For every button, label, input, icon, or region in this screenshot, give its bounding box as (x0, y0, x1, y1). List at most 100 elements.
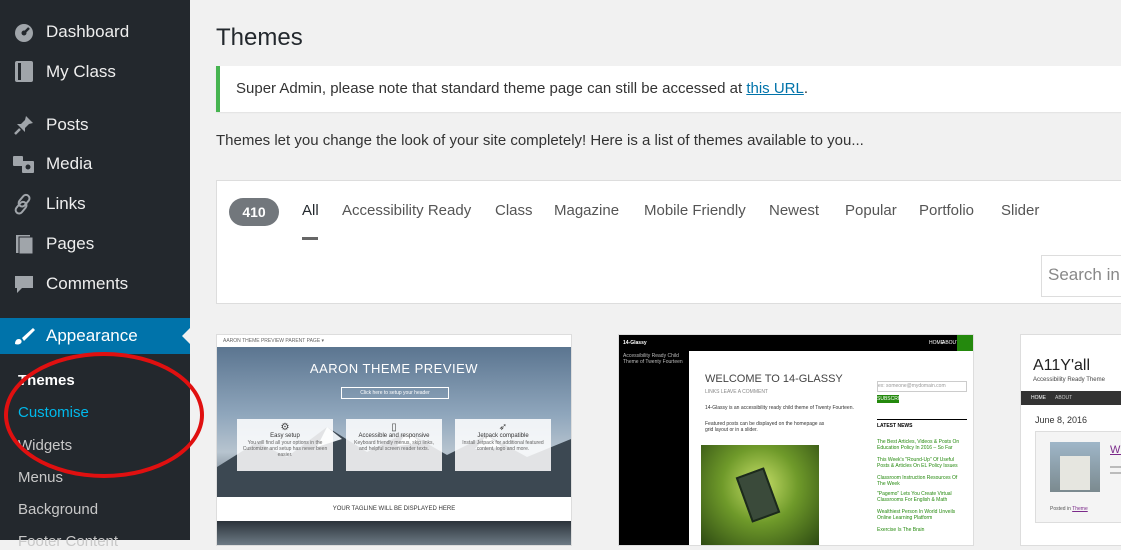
nav-about: ABOUT (1055, 395, 1073, 401)
media-icon (12, 152, 36, 176)
notice-suffix: . (803, 80, 809, 97)
notice-text: Super Admin, please note that standard t… (236, 80, 808, 97)
filter-tab-class[interactable]: Class (495, 202, 533, 219)
sidebar-label: Links (46, 194, 86, 213)
theme-card-a11yall[interactable]: A11Y'all Accessibility Ready Theme HOME … (1020, 334, 1121, 546)
notice-link[interactable]: this URL (746, 80, 804, 97)
pin-icon (12, 113, 36, 137)
news-item: Wealthiest Person In World Unveils Onlin… (877, 509, 956, 521)
posted-in: Posted in Theme (1050, 506, 1088, 512)
filter-tab-all[interactable]: All (302, 202, 319, 219)
building-shape (1060, 456, 1090, 490)
sidebar-item-posts[interactable]: Posts (0, 107, 190, 143)
sidebar-label: Posts (46, 115, 89, 134)
annotation-circle (4, 352, 204, 478)
post-body-1: 14-Glassy is an accessibility ready chil… (705, 405, 854, 411)
current-menu-arrow (182, 328, 190, 344)
comment-icon (12, 272, 36, 296)
sidebar-item-my-class[interactable]: My Class (0, 54, 190, 90)
hero-button: Click here to setup your header (341, 387, 449, 399)
feature-text: Install Jetpack for additional featured … (462, 440, 544, 452)
filter-tab-popular[interactable]: Popular (845, 202, 897, 219)
nav-home: HOME (1031, 395, 1046, 401)
feature-box: ➶ Jetpack compatible Install Jetpack for… (455, 419, 551, 471)
theme-filter-bar: 410 All Accessibility Ready Class Magazi… (216, 180, 1121, 304)
site-title: 14-Glassy (623, 340, 647, 346)
theme-search-input[interactable]: Search in (1041, 255, 1121, 297)
page-title: Themes (216, 24, 303, 51)
email-field: ex: someone@mydomain.com (877, 381, 967, 392)
filter-tab-slider[interactable]: Slider (1001, 202, 1039, 219)
text-line (1110, 472, 1121, 474)
filter-tab-magazine[interactable]: Magazine (554, 202, 619, 219)
featured-image (701, 445, 819, 545)
news-item: This Week's "Round-Up" Of Useful Posts &… (877, 457, 958, 469)
jetpack-icon: ➶ (498, 422, 508, 433)
latest-news-heading: LATEST NEWS (877, 423, 913, 429)
filter-tab-newest[interactable]: Newest (769, 202, 819, 219)
admin-notice: Super Admin, please note that standard t… (216, 66, 1121, 112)
feature-text: Keyboard friendly menus, skip links, and… (354, 440, 434, 452)
notice-prefix: Super Admin, please note that standard t… (236, 80, 747, 97)
preview-hero-image: AARON THEME PREVIEW Click here to setup … (217, 347, 571, 497)
sidebar-item-appearance[interactable]: Appearance (0, 318, 190, 354)
subscribe-button: SUBSCRIBE (877, 395, 906, 403)
theme-card-aaron[interactable]: AARON THEME PREVIEW PARENT PAGE ▾ AARON … (216, 334, 572, 546)
pages-icon (12, 232, 36, 256)
main-content: Themes Super Admin, please note that sta… (190, 0, 1121, 546)
sidebar-item-dashboard[interactable]: Dashboard (0, 14, 190, 50)
dashboard-icon (12, 20, 36, 44)
site-description: Accessibility Ready Child Theme of Twent… (623, 353, 683, 365)
submenu-footer-content[interactable]: Footer Content (18, 533, 118, 550)
submenu-background[interactable]: Background (18, 501, 98, 518)
sidebar-item-links[interactable]: Links (0, 186, 190, 222)
theme-card-14-glassy[interactable]: 14-Glassy HOME ABOUT Accessibility Ready… (618, 334, 974, 546)
divider (877, 419, 967, 420)
gear-icon: ⚙ (280, 422, 290, 433)
preview-footer-image (217, 521, 571, 545)
theme-count-badge: 410 (229, 198, 279, 226)
feature-title: Accessible and responsive (358, 433, 430, 439)
sidebar-label: Media (46, 154, 93, 173)
posted-in-link: Theme (1072, 506, 1088, 512)
device-graphic (735, 467, 781, 523)
post-date: June 8, 2016 (1035, 415, 1088, 425)
search-placeholder: Search in (1048, 265, 1120, 284)
sidebar-item-media[interactable]: Media (0, 146, 190, 182)
mobile-icon: ▯ (391, 422, 397, 433)
feature-text: You will find all your options in the Cu… (242, 440, 328, 458)
filter-tab-mobile-friendly[interactable]: Mobile Friendly (644, 202, 746, 219)
feature-box: ⚙ Easy setup You will find all your opti… (237, 419, 333, 471)
news-item: "Pagemo" Lets You Create Virtual Classro… (877, 491, 952, 503)
post-title-link: W (1110, 444, 1121, 456)
sidebar-label: My Class (46, 62, 116, 81)
welcome-heading: WELCOME TO 14-GLASSY (705, 373, 843, 385)
post-body-2: Featured posts can be displayed on the h… (705, 421, 825, 433)
filter-tab-accessibility-ready[interactable]: Accessibility Ready (342, 202, 471, 219)
feature-box: ▯ Accessible and responsive Keyboard fri… (346, 419, 442, 471)
preview-content: WELCOME TO 14-GLASSY LINKS LEAVE A COMME… (689, 351, 973, 545)
sidebar-label: Comments (46, 274, 129, 293)
sidebar-label: Appearance (46, 326, 138, 345)
preview-header: 14-Glassy HOME ABOUT (619, 335, 973, 351)
intro-text: Themes let you change the look of your s… (216, 132, 864, 149)
sidebar-item-comments[interactable]: Comments (0, 266, 190, 302)
preview-nav: HOME ABOUT (1021, 391, 1121, 405)
active-tab-indicator (302, 237, 318, 240)
link-icon (12, 192, 36, 216)
brush-icon (12, 324, 36, 348)
sidebar-label: Dashboard (46, 22, 130, 41)
theme-subtitle: Accessibility Ready Theme (1033, 377, 1105, 383)
theme-title: A11Y'all (1033, 357, 1091, 374)
news-item: Exercise Is The Brain (877, 527, 925, 533)
filter-tab-portfolio[interactable]: Portfolio (919, 202, 974, 219)
tagline-band: YOUR TAGLINE WILL BE DISPLAYED HERE (217, 497, 571, 521)
sidebar-item-pages[interactable]: Pages (0, 226, 190, 262)
preview-topbar-text: AARON THEME PREVIEW PARENT PAGE ▾ (223, 338, 325, 344)
tagline: YOUR TAGLINE WILL BE DISPLAYED HERE (332, 506, 456, 512)
submenu-menus[interactable]: Menus (18, 469, 63, 486)
news-item: The Best Articles, Videos & Posts On Edu… (877, 439, 960, 451)
news-item: Classroom Instruction Resources Of The W… (877, 475, 958, 487)
hero-title: AARON THEME PREVIEW (309, 361, 479, 376)
book-icon (12, 60, 36, 84)
